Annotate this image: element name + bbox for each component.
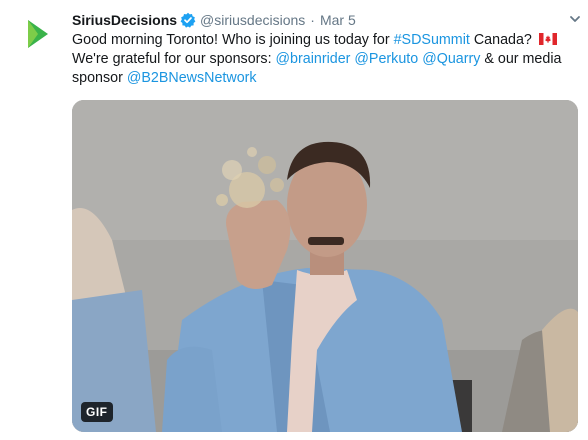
mention-link[interactable]: @B2BNewsNetwork [127, 70, 257, 86]
separator-dot: · [310, 12, 315, 28]
tweet[interactable]: SiriusDecisions @siriusdecisions · Mar 5… [0, 0, 588, 440]
hashtag-link[interactable]: #SDSummit [394, 32, 470, 48]
gif-frame-image [72, 100, 578, 432]
mention-link[interactable]: @brainrider [276, 51, 351, 67]
tweet-text-part: Canada? [469, 32, 536, 48]
tweet-text-part: Good morning Toronto! Who is joining us … [72, 32, 394, 48]
mention-link[interactable]: @Perkuto [354, 51, 418, 67]
canada-flag-icon [538, 32, 557, 45]
mention-link[interactable]: @Quarry [422, 51, 480, 67]
tweet-content: SiriusDecisions @siriusdecisions · Mar 5… [72, 10, 580, 88]
user-handle[interactable]: @siriusdecisions [200, 12, 305, 28]
display-name[interactable]: SiriusDecisions [72, 12, 177, 28]
timestamp[interactable]: Mar 5 [320, 12, 356, 28]
gif-badge: GIF [81, 402, 113, 422]
tweet-header: SiriusDecisions @siriusdecisions · Mar 5 [72, 10, 580, 30]
tweet-text-part: We're grateful for our sponsors: [72, 51, 276, 67]
verified-badge-icon [180, 12, 196, 28]
gif-media[interactable]: GIF [72, 100, 578, 432]
siriusdecisions-logo-icon[interactable] [10, 8, 58, 56]
tweet-text: Good morning Toronto! Who is joining us … [72, 31, 580, 88]
